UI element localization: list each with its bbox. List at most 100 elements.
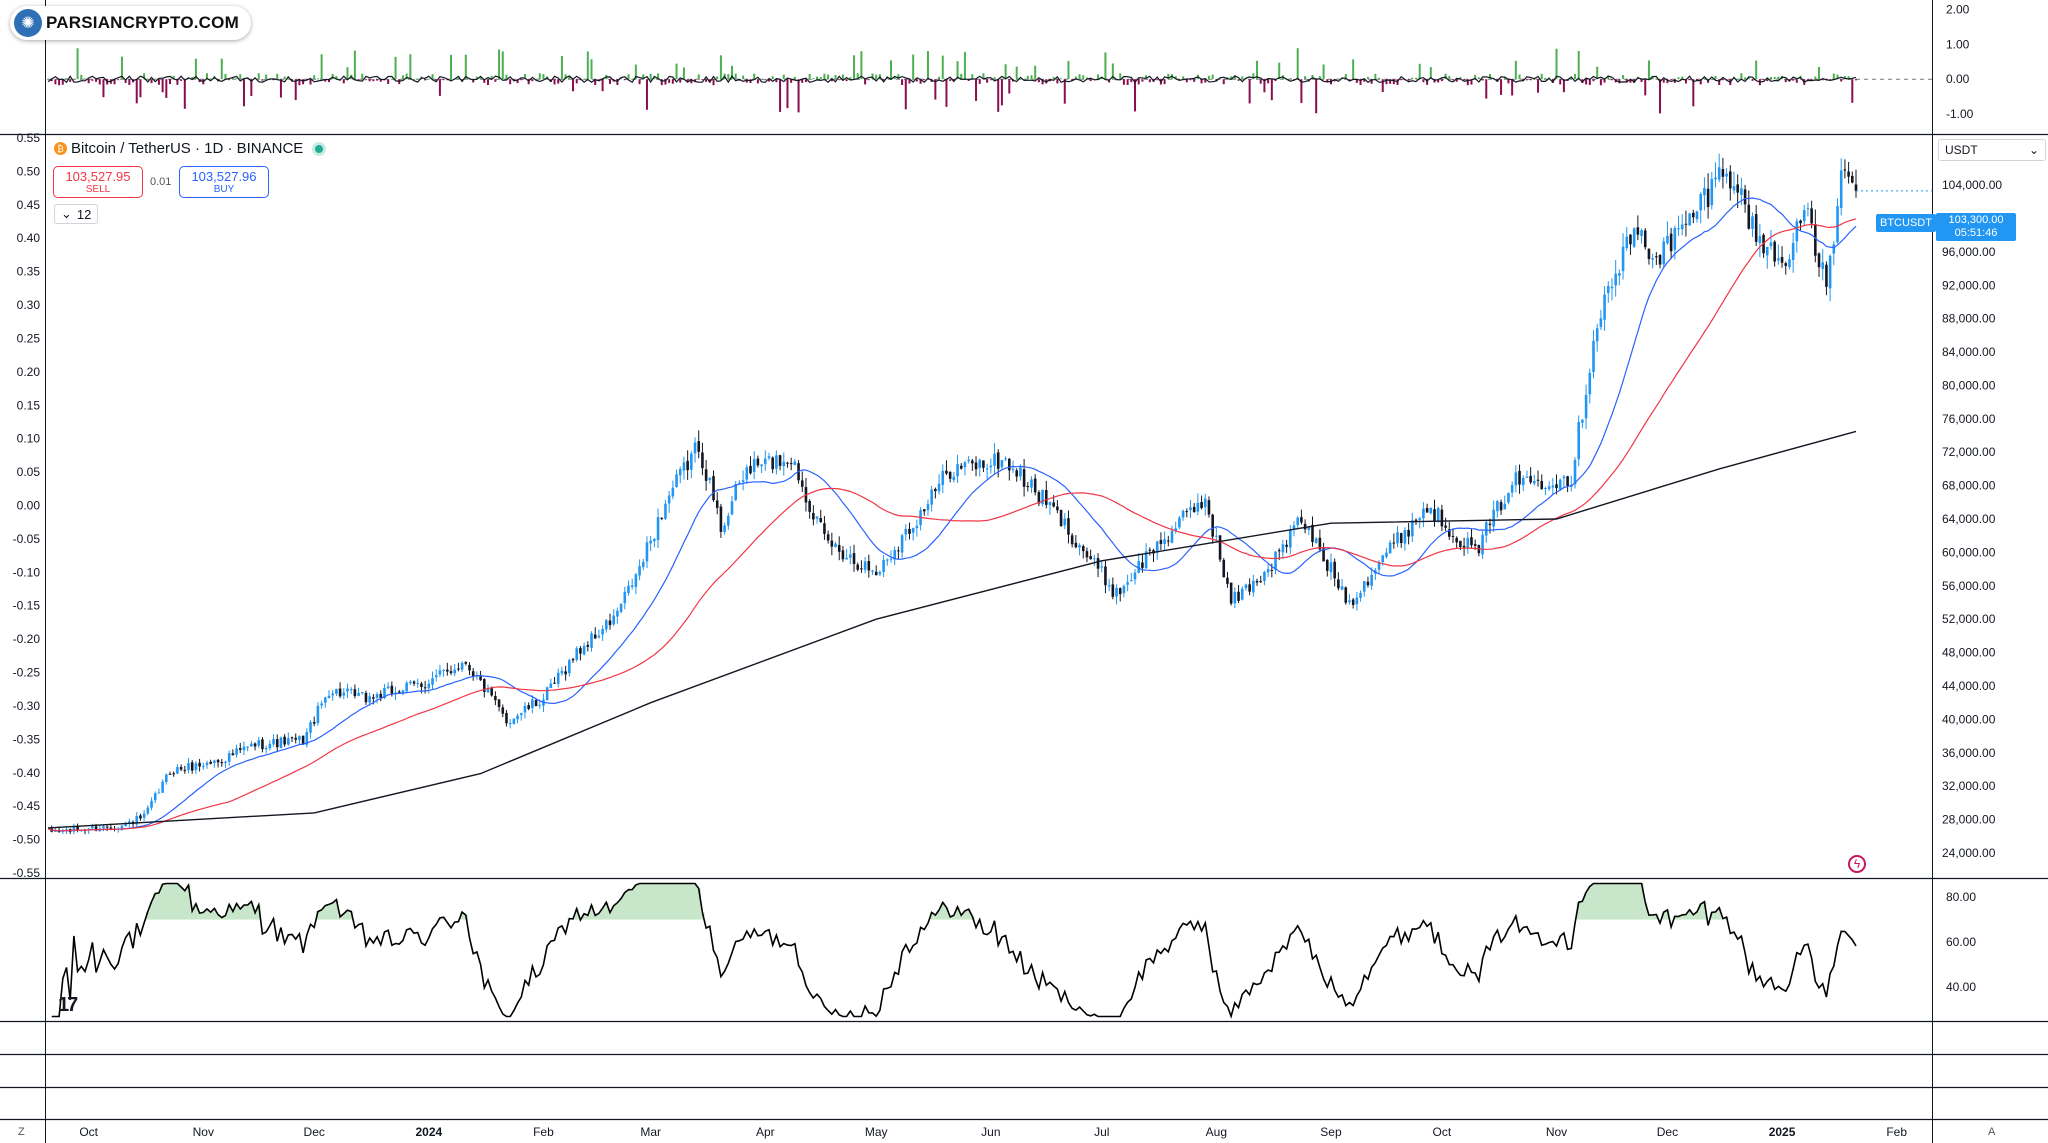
left-tick-label: -0.35: [13, 732, 41, 746]
candle-body: [327, 695, 331, 699]
candle-body: [1773, 241, 1776, 262]
candle-body: [516, 715, 519, 720]
hist-bar: [1481, 79, 1484, 81]
candle-body: [1814, 224, 1817, 256]
candle-body: [1684, 223, 1688, 225]
candle-body: [1259, 581, 1263, 583]
candle-body: [1584, 394, 1588, 419]
hist-bar: [128, 79, 131, 85]
left-tick-label: -0.20: [13, 632, 41, 646]
candle-body: [756, 458, 760, 466]
sell-button[interactable]: 103,527.95 SELL: [53, 166, 143, 198]
chevron-down-icon: ⌄: [61, 206, 72, 221]
hist-bar: [1769, 77, 1772, 80]
sell-price: 103,527.95: [65, 169, 131, 184]
candle-body: [963, 462, 967, 468]
candle-body: [1385, 552, 1388, 557]
candle-body: [102, 826, 105, 829]
hist-bar: [76, 48, 79, 80]
candle-body: [1296, 517, 1299, 526]
hist-bar: [261, 79, 264, 81]
chart-canvas[interactable]: Oct Nov Dec 2024 Feb Mar Apr May Jun Jul Aug Sep Oct…: [0, 0, 2048, 1143]
hist-bar: [83, 78, 86, 80]
hist-bar: [220, 58, 223, 80]
hist-bar: [1130, 79, 1133, 83]
hist-bar: [161, 79, 164, 93]
left-tick-label: 0.30: [17, 298, 41, 312]
candle-body: [1229, 582, 1233, 604]
hist-bar: [1588, 79, 1591, 85]
candle-body: [1340, 586, 1344, 590]
hist-bar: [1392, 79, 1395, 85]
hist-bar: [165, 79, 168, 98]
candle-body: [1215, 535, 1218, 537]
hist-bar: [938, 76, 941, 80]
hist-bar: [1304, 76, 1307, 80]
hist-bar: [623, 79, 626, 81]
buy-button[interactable]: 103,527.96 BUY: [179, 166, 269, 198]
hist-bar: [450, 54, 453, 80]
candle-body: [860, 568, 863, 570]
candle-body: [405, 682, 408, 692]
indicators-toggle[interactable]: ⌄ 12: [54, 204, 99, 224]
candle-body: [749, 465, 752, 474]
candle-body: [778, 455, 782, 466]
hist-bar: [1296, 48, 1299, 80]
hist-bar: [1063, 79, 1066, 104]
hist-bar: [91, 79, 94, 81]
candle-body: [1048, 502, 1052, 506]
price-tick-label: 60,000.00: [1942, 545, 1996, 559]
candle-body: [357, 693, 360, 696]
candle-body: [1555, 484, 1558, 489]
candle-body: [985, 468, 989, 470]
hist-bar: [764, 79, 767, 81]
candle-body: [775, 455, 778, 469]
candle-body: [1033, 478, 1037, 493]
price-tick-label: 84,000.00: [1942, 345, 1996, 359]
timezone-corner[interactable]: Z: [18, 1126, 25, 1138]
hist-bar: [1366, 76, 1369, 80]
hist-bar: [705, 79, 708, 82]
candle-body: [616, 610, 619, 617]
hist-bar: [1300, 79, 1303, 103]
hist-bar: [1610, 79, 1613, 81]
rsi-tick-label: 60.00: [1946, 935, 1976, 949]
symbol-legend[interactable]: ₿ Bitcoin / TetherUS · 1D · BINANCE: [54, 140, 324, 157]
candle-body: [1743, 189, 1747, 205]
hist-bar: [819, 77, 822, 80]
candle-body: [534, 700, 538, 707]
hist-bar: [1211, 74, 1214, 80]
histogram-pane: [47, 48, 1932, 114]
candle-body: [1699, 194, 1703, 211]
candle-body: [897, 550, 900, 552]
candle-body: [1348, 600, 1351, 603]
currency-select[interactable]: USDT ⌄: [1938, 139, 2046, 161]
candle-body: [453, 669, 457, 674]
candle-body: [641, 561, 645, 568]
hist-bar: [834, 74, 837, 80]
hist-bar: [1477, 77, 1480, 80]
candle-body: [1104, 566, 1107, 586]
candle-body: [331, 693, 334, 696]
hist-bar: [283, 76, 286, 80]
candle-body: [342, 692, 346, 696]
candle-body: [564, 671, 567, 675]
price-pane[interactable]: [47, 153, 1932, 835]
candle-body: [287, 738, 290, 745]
tradingview-logo[interactable]: 17: [58, 994, 78, 1017]
auto-scale-button[interactable]: A: [1988, 1126, 1995, 1138]
hist-bar: [841, 74, 844, 80]
candle-body: [1588, 372, 1592, 395]
hist-bar: [945, 79, 948, 107]
hist-bar: [442, 79, 445, 81]
candle-body: [1059, 509, 1063, 527]
candle-body: [1185, 511, 1189, 513]
hist-bar: [346, 67, 349, 80]
hist-bar: [183, 79, 186, 109]
candle-body: [1510, 485, 1514, 493]
candle-body: [1329, 562, 1333, 573]
hist-bar: [276, 73, 279, 80]
hist-bar: [316, 78, 319, 80]
lightning-icon[interactable]: ϟ: [1848, 855, 1866, 873]
candle-body: [512, 718, 516, 724]
